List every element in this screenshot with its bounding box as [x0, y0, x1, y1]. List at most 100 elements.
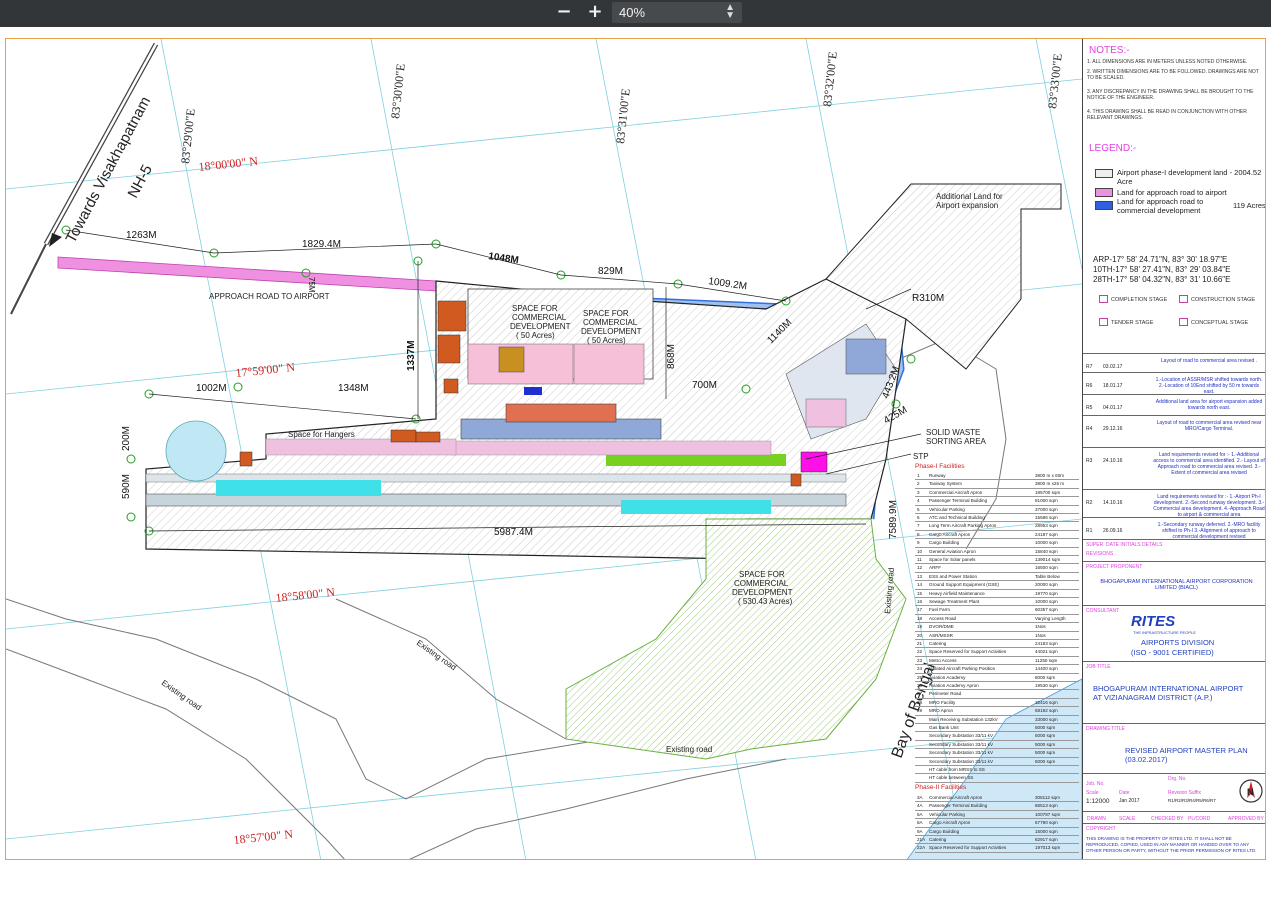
revision-no: R4: [1086, 426, 1093, 432]
lat4-label: 18°57'00" N: [233, 827, 294, 847]
proponent-text: BHOGAPURAM INTERNATIONAL AIRPORT CORPORA…: [1100, 579, 1253, 591]
facility-area: 60357 sqm: [1035, 607, 1058, 613]
revision-row: R4 29.12.16 Layout of road to commercial a…: [1083, 415, 1265, 447]
facility-name: ARFF: [929, 565, 941, 571]
facility-name: HT cable between SS: [929, 775, 974, 781]
document-viewer[interactable]: Towards Visakhapatnam NH-5 83°29'00"E 83…: [0, 27, 1271, 898]
consultant-label: CONSULTANT: [1086, 608, 1120, 614]
svg-text:N: N: [1247, 787, 1254, 797]
copyright-text: THIS DRAWING IS THE PROPERTY OF RITES LT…: [1086, 836, 1257, 853]
facility-area: 308112 sqm: [1035, 795, 1060, 800]
revision-row: R2 14.10.16 Land requirements revised for …: [1083, 489, 1265, 518]
note-3: 3. ANY DISCREPANCY IN THE DRAWING SHALL …: [1087, 89, 1254, 101]
facility-id: 20: [917, 632, 923, 638]
viewer-toolbar: − + 40% ▲ ▼: [0, 0, 1271, 27]
facility-row: 15 Heavy Airfield Maintenance 19770 sqm: [915, 590, 1079, 598]
facility-area: 1Nos: [1035, 624, 1046, 630]
facility-row: 23 Metro Access 11250 sqm: [915, 657, 1079, 666]
facility-name: Cargo Aircraft Apron: [929, 820, 971, 826]
dim-868: 868M: [666, 344, 677, 369]
revision-no: R7: [1086, 364, 1093, 370]
facility-row: 3A Commercial Aircraft Apron 308112 sqm: [915, 794, 1079, 803]
zoom-select[interactable]: 40% ▲ ▼: [612, 2, 742, 23]
facility-id: 22: [917, 649, 923, 655]
facility-area: 15000 sqm: [1035, 828, 1058, 834]
space3-d: ( 530.43 Acres): [738, 597, 793, 606]
space2-a: SPACE FOR: [583, 309, 629, 318]
revision-text: Additional land area for airport expansi…: [1155, 399, 1263, 411]
space1-d: ( 50 Acres): [516, 331, 555, 340]
facility-row: 21A Catering 82917 sqm: [915, 836, 1079, 845]
facility-name: DVOR/DME: [929, 624, 954, 630]
proponent-label: PROJECT PROPONENT: [1086, 564, 1143, 570]
revision-date: 04.01.17: [1103, 405, 1123, 411]
facility-name: Cargo Aircraft Apron: [929, 531, 971, 537]
conceptual-swatch: [1179, 318, 1188, 326]
facility-row: 14 Ground Support Equipment (GSE) 20000 sq…: [915, 581, 1079, 590]
facility-area: 5000 sqm: [1035, 733, 1056, 739]
completion-label: COMPLETION STAGE: [1111, 297, 1168, 303]
lon1-label: 83°29'00"E: [178, 108, 198, 164]
legend-phase1: Airport phase-I development land - 2004.…: [1117, 168, 1262, 186]
facility-row: Secondary Substation 33/11 kV 5000 sqm: [915, 758, 1079, 766]
facility-area: 33000 sqm: [1035, 716, 1058, 722]
dim-5987: 5987.4M: [494, 527, 533, 538]
additional-1: Additional Land for: [936, 192, 1003, 201]
revision-text: 1.-Location of ASSR/MSR shifted towards …: [1155, 377, 1263, 395]
facility-row: Secondary Substation 33/11 kV 5000 sqm: [915, 749, 1079, 758]
zoom-value: 40%: [619, 5, 646, 20]
drawn-label: DRAWN: [1087, 816, 1106, 822]
rites-logo: RITES: [1131, 613, 1176, 630]
zoom-out-button[interactable]: −: [553, 3, 575, 23]
facility-name: Isolated Aircraft Parking Position: [929, 666, 996, 672]
legend-commercial-2: commercial development: [1117, 206, 1201, 215]
facility-area: 5000 sqm: [1035, 741, 1056, 747]
facility-row: 16 Sewage Treatment Plant 10000 sqm: [915, 598, 1079, 607]
facility-area: 5000 sqm: [1035, 758, 1056, 764]
facility-area: 28953 sqm: [1035, 523, 1058, 529]
hangers-label: Space for Hangers: [288, 430, 355, 439]
facility-area: 14400 sqm: [1035, 666, 1058, 672]
facility-row: Secondary Substation 33/11 kV 5000 sqm: [915, 732, 1079, 741]
revision-row: R6 18.01.17 1.-Location of ASSR/MSR shifte…: [1083, 372, 1265, 395]
facility-name: Catering: [929, 641, 947, 646]
facility-name: Secondary Substation 33/11 kV: [929, 741, 994, 747]
solar-panels-west: [216, 480, 381, 496]
facility-id: 11: [917, 557, 922, 562]
facility-area: 1Nos: [1035, 632, 1046, 638]
facility-row: 18 Access Road Varying Length: [915, 615, 1079, 624]
facility-area: 11250 sqm: [1035, 657, 1058, 663]
north-arrow-icon: N: [1239, 779, 1263, 803]
facility-id: 1: [917, 473, 920, 478]
lon3-label: 83°31'00"E: [613, 88, 633, 144]
scale-label: Scale: [1086, 790, 1099, 796]
drawing-title-2: (03.02.2017): [1125, 755, 1168, 764]
facility-area: Table Below: [1035, 573, 1060, 579]
facility-area: 5000 sqm: [1035, 750, 1056, 756]
revision-text: Land requirements revised for :- 1.-Addi…: [1153, 452, 1265, 476]
facility-area: 67790 sqm: [1035, 820, 1058, 826]
facility-area: 16500 sqm: [1035, 565, 1058, 571]
revision-date: 26.09.16: [1103, 528, 1123, 534]
dim-829: 829M: [598, 266, 623, 277]
facility-row: Main Receiving Substation 132kV 33000 sqm: [915, 716, 1079, 724]
space1-c: DEVELOPMENT: [510, 322, 571, 331]
dim-1048: 1048M: [488, 251, 520, 266]
facility-area: 81000 sqm: [1035, 498, 1058, 504]
facility-name: MRO Facility: [929, 699, 956, 705]
zoom-in-button[interactable]: +: [584, 3, 606, 23]
facility-id: 3: [917, 489, 920, 495]
facility-name: Long Term Aircraft Parking Apron: [929, 523, 997, 529]
facility-row: 8A Cargo Aircraft Apron 67790 sqm: [915, 819, 1079, 828]
note-1: 1. ALL DIMENSIONS ARE IN METERS UNLESS N…: [1087, 59, 1248, 65]
notes-title: NOTES:-: [1089, 45, 1130, 56]
facility-row: 22 Space Reserved for Support Activities 4…: [915, 648, 1079, 657]
iso-label: (ISO - 9001 CERTIFIED): [1131, 648, 1214, 657]
revision-text: Land requirements revised for :- 1.-Airp…: [1153, 494, 1265, 518]
facility-name: Taxiway System: [929, 481, 962, 487]
green-strip: [606, 454, 786, 466]
facility-name: Fuel Farm: [929, 607, 950, 613]
facility-name: Secondary Substation 33/11 kV: [929, 733, 994, 739]
drawing-title-1: REVISED AIRPORT MASTER PLAN: [1125, 746, 1248, 755]
facility-row: 27 Perimeter Road: [915, 690, 1079, 699]
